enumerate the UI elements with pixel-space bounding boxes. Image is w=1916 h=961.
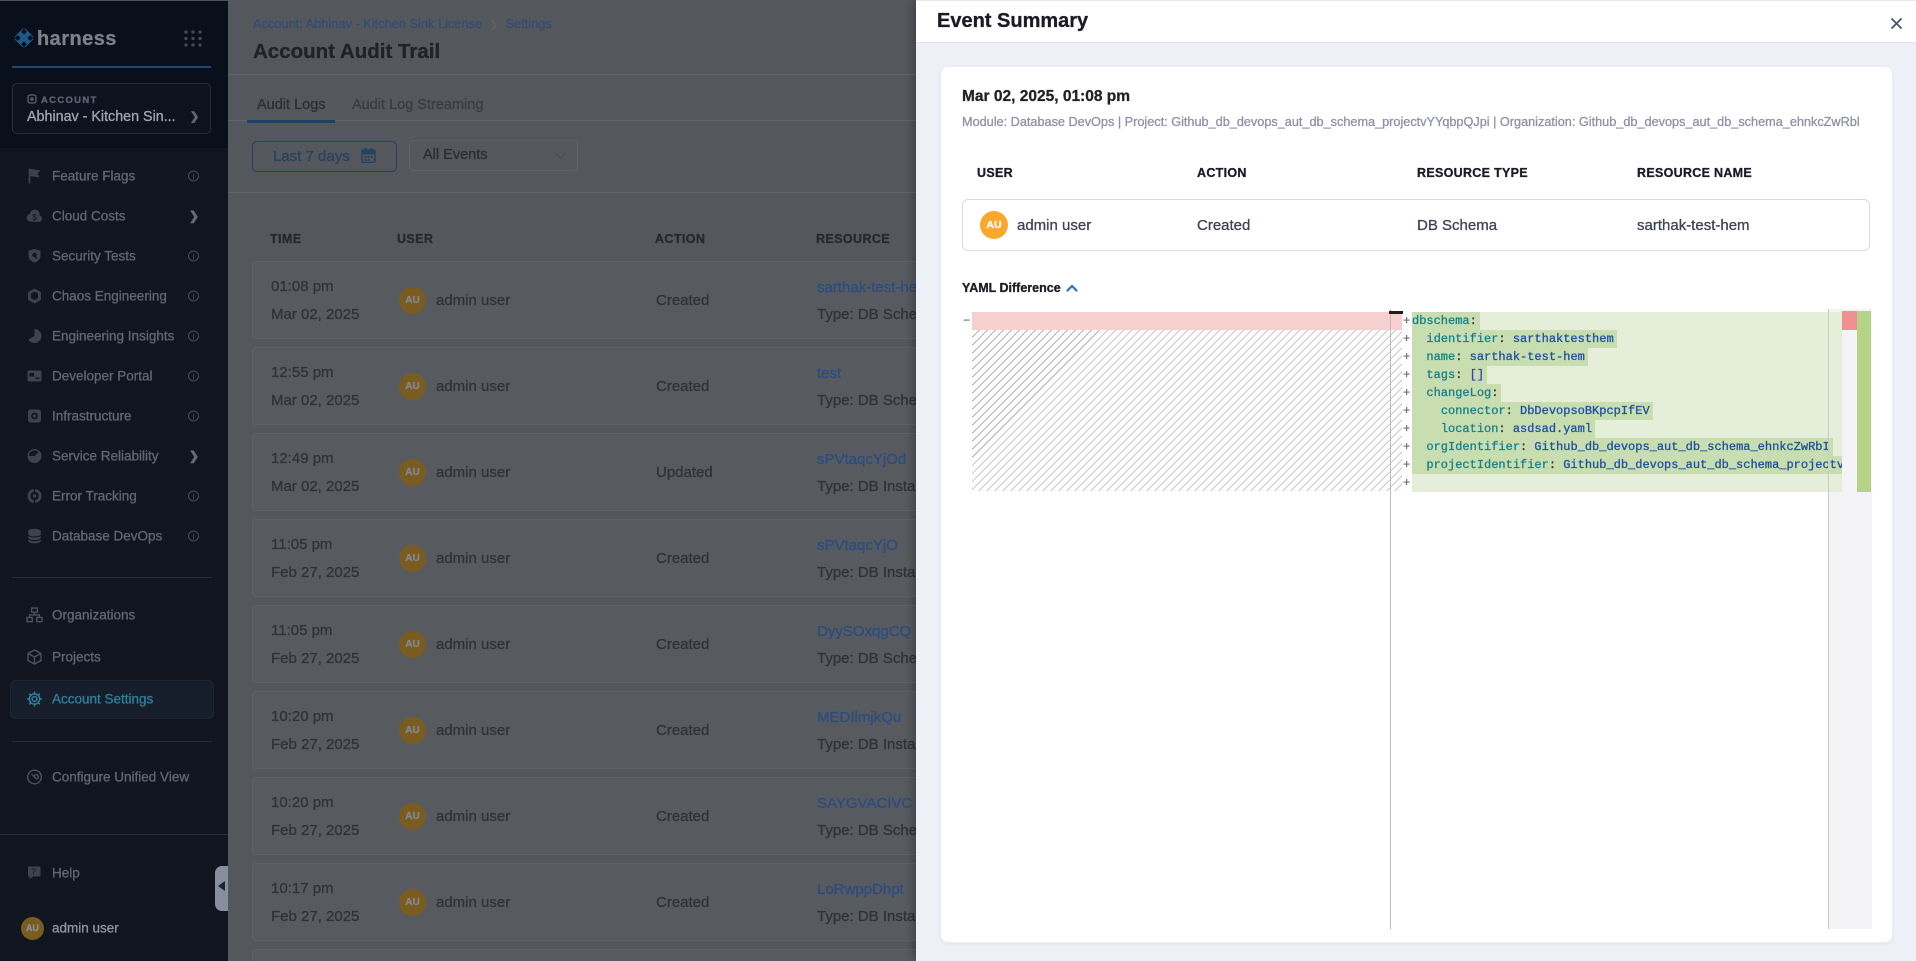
svg-text:$: $ xyxy=(32,213,37,222)
svg-text:?: ? xyxy=(31,868,36,877)
